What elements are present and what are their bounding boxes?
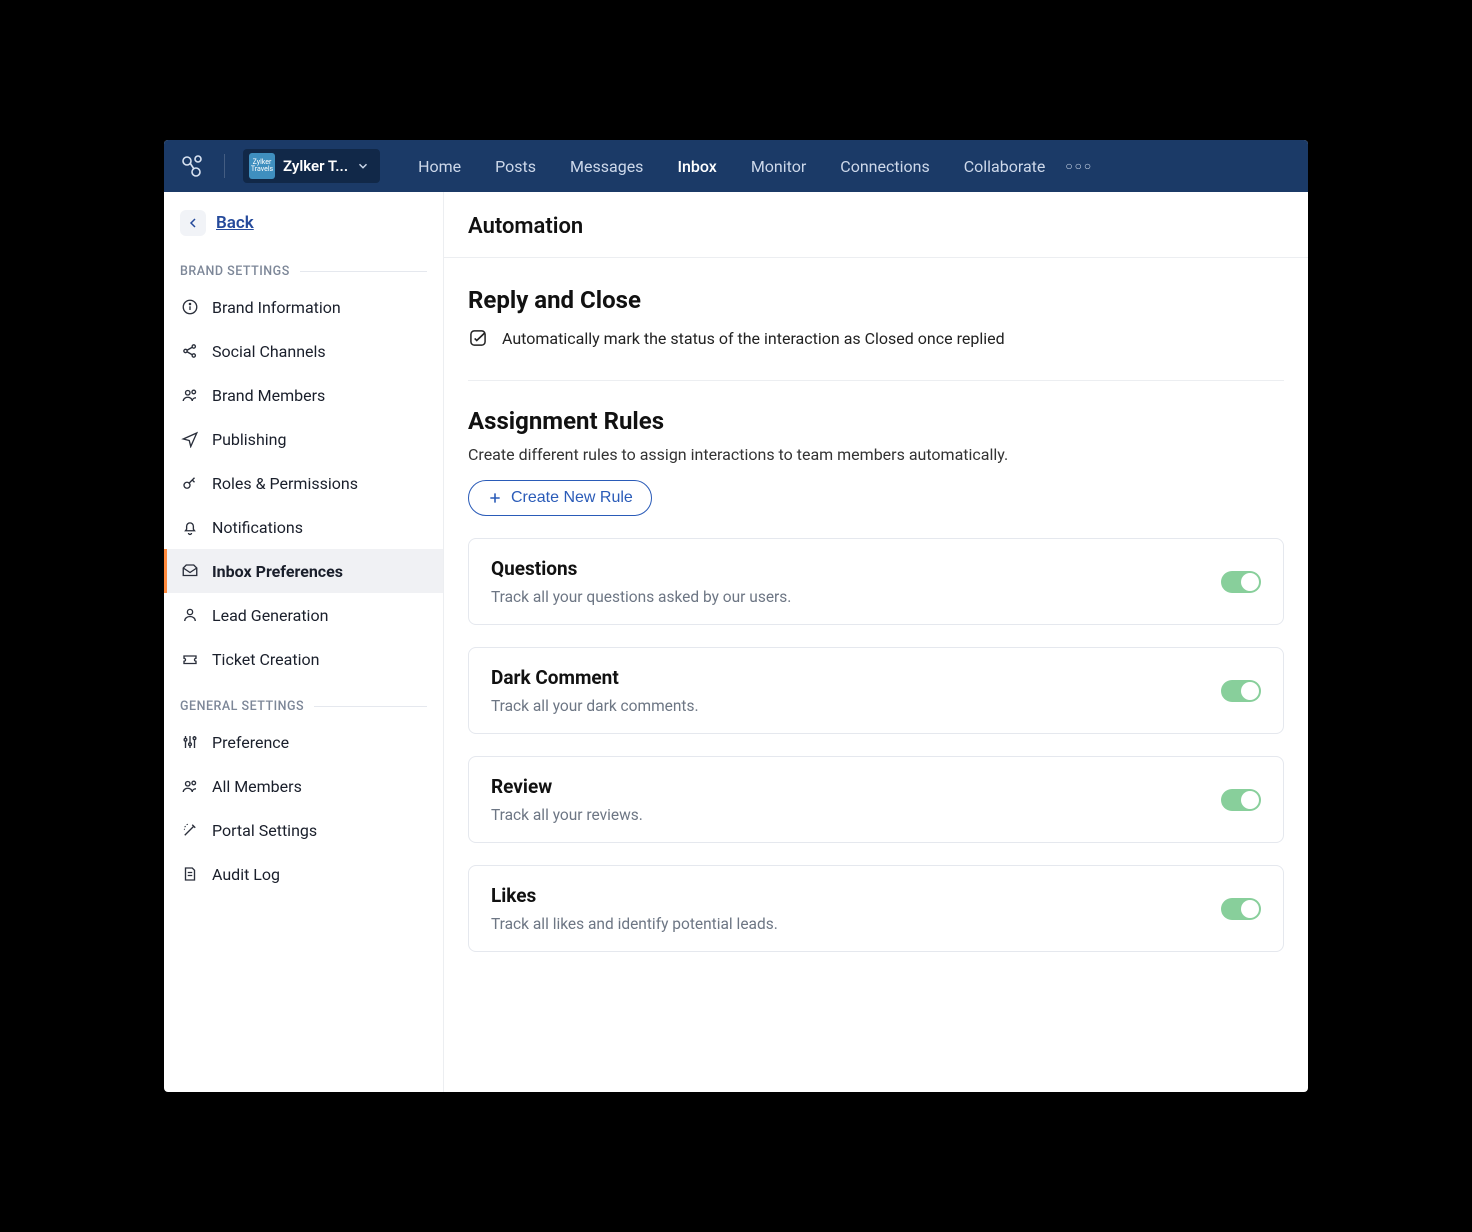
sidebar-item-label: Social Channels: [212, 342, 326, 361]
sidebar: Back BRAND SETTINGS Brand Information So…: [164, 192, 444, 1092]
sidebar-item-all-members[interactable]: All Members: [164, 764, 443, 808]
log-icon: [180, 864, 200, 884]
sidebar-item-label: Brand Information: [212, 298, 341, 317]
sliders-icon: [180, 732, 200, 752]
rule-desc: Track all your dark comments.: [491, 697, 699, 715]
plus-icon: [487, 490, 503, 506]
sidebar-item-label: Notifications: [212, 518, 303, 537]
sidebar-item-label: Roles & Permissions: [212, 474, 358, 493]
rule-card-review: Review Track all your reviews.: [468, 756, 1284, 843]
app-logo-icon: [178, 152, 206, 180]
rule-desc: Track all likes and identify potential l…: [491, 915, 778, 933]
sidebar-item-roles[interactable]: Roles & Permissions: [164, 461, 443, 505]
rule-toggle[interactable]: [1221, 571, 1261, 593]
sidebar-item-brand-members[interactable]: Brand Members: [164, 373, 443, 417]
sidebar-item-label: All Members: [212, 777, 302, 796]
assignment-heading: Assignment Rules: [468, 407, 1284, 435]
magic-icon: [180, 820, 200, 840]
brand-logo-icon: Zylker Travels: [249, 153, 275, 179]
key-icon: [180, 473, 200, 493]
sidebar-item-lead-gen[interactable]: Lead Generation: [164, 593, 443, 637]
create-rule-button[interactable]: Create New Rule: [468, 480, 652, 516]
rule-desc: Track all your reviews.: [491, 806, 643, 824]
rule-desc: Track all your questions asked by our us…: [491, 588, 791, 606]
divider: [468, 380, 1284, 381]
assignment-desc: Create different rules to assign interac…: [468, 445, 1284, 464]
main-content: Reply and Close Automatically mark the s…: [444, 258, 1308, 992]
app-window: Zylker Travels Zylker T... Home Posts Me…: [164, 140, 1308, 1092]
top-nav: Home Posts Messages Inbox Monitor Connec…: [418, 157, 1045, 176]
reply-close-heading: Reply and Close: [468, 286, 1284, 314]
rule-card-dark-comment: Dark Comment Track all your dark comment…: [468, 647, 1284, 734]
sidebar-item-portal[interactable]: Portal Settings: [164, 808, 443, 852]
body: Back BRAND SETTINGS Brand Information So…: [164, 192, 1308, 1092]
reply-close-desc: Automatically mark the status of the int…: [502, 329, 1005, 348]
members-icon: [180, 776, 200, 796]
separator: [224, 154, 225, 178]
inbox-icon: [180, 561, 200, 581]
sidebar-item-label: Publishing: [212, 430, 286, 449]
sidebar-item-label: Ticket Creation: [212, 650, 319, 669]
rule-card-questions: Questions Track all your questions asked…: [468, 538, 1284, 625]
page-title: Automation: [444, 192, 1308, 258]
share-icon: [180, 341, 200, 361]
section-label-text: BRAND SETTINGS: [180, 264, 290, 279]
rule-toggle[interactable]: [1221, 898, 1261, 920]
sidebar-item-label: Inbox Preferences: [212, 562, 343, 581]
sidebar-item-label: Portal Settings: [212, 821, 317, 840]
sidebar-item-brand-info[interactable]: Brand Information: [164, 285, 443, 329]
back-button[interactable]: [180, 210, 206, 236]
nav-collaborate[interactable]: Collaborate: [964, 157, 1046, 176]
sidebar-item-ticket[interactable]: Ticket Creation: [164, 637, 443, 681]
info-icon: [180, 297, 200, 317]
checkbox-checked-icon: [468, 328, 488, 348]
back-row: Back: [164, 210, 443, 246]
sidebar-item-label: Lead Generation: [212, 606, 328, 625]
members-icon: [180, 385, 200, 405]
chevron-down-icon: [356, 159, 370, 173]
nav-posts[interactable]: Posts: [495, 157, 536, 176]
rule-title: Questions: [491, 557, 791, 580]
main: Automation Reply and Close Automatically…: [444, 192, 1308, 1092]
create-rule-label: Create New Rule: [511, 489, 633, 507]
section-general-settings: GENERAL SETTINGS: [164, 681, 443, 720]
nav-messages[interactable]: Messages: [570, 157, 643, 176]
sidebar-item-publishing[interactable]: Publishing: [164, 417, 443, 461]
nav-home[interactable]: Home: [418, 157, 461, 176]
topbar: Zylker Travels Zylker T... Home Posts Me…: [164, 140, 1308, 192]
sidebar-item-label: Brand Members: [212, 386, 325, 405]
rule-title: Review: [491, 775, 643, 798]
sidebar-item-preference[interactable]: Preference: [164, 720, 443, 764]
brand-switcher[interactable]: Zylker Travels Zylker T...: [243, 149, 380, 183]
more-icon[interactable]: ○○○: [1065, 159, 1093, 173]
sidebar-item-inbox-prefs[interactable]: Inbox Preferences: [164, 549, 443, 593]
sidebar-item-notifications[interactable]: Notifications: [164, 505, 443, 549]
nav-connections[interactable]: Connections: [840, 157, 929, 176]
reply-close-option[interactable]: Automatically mark the status of the int…: [468, 328, 1284, 348]
section-brand-settings: BRAND SETTINGS: [164, 246, 443, 285]
rule-toggle[interactable]: [1221, 680, 1261, 702]
sidebar-item-social-channels[interactable]: Social Channels: [164, 329, 443, 373]
sidebar-item-audit[interactable]: Audit Log: [164, 852, 443, 896]
user-icon: [180, 605, 200, 625]
rule-title: Likes: [491, 884, 778, 907]
nav-monitor[interactable]: Monitor: [751, 157, 806, 176]
bell-icon: [180, 517, 200, 537]
back-link[interactable]: Back: [216, 213, 254, 233]
sidebar-item-label: Audit Log: [212, 865, 280, 884]
sidebar-item-label: Preference: [212, 733, 289, 752]
section-label-text: GENERAL SETTINGS: [180, 699, 304, 714]
rule-title: Dark Comment: [491, 666, 699, 689]
send-icon: [180, 429, 200, 449]
brand-name: Zylker T...: [283, 157, 348, 175]
rule-toggle[interactable]: [1221, 789, 1261, 811]
rule-card-likes: Likes Track all likes and identify poten…: [468, 865, 1284, 952]
ticket-icon: [180, 649, 200, 669]
nav-inbox[interactable]: Inbox: [677, 157, 716, 176]
